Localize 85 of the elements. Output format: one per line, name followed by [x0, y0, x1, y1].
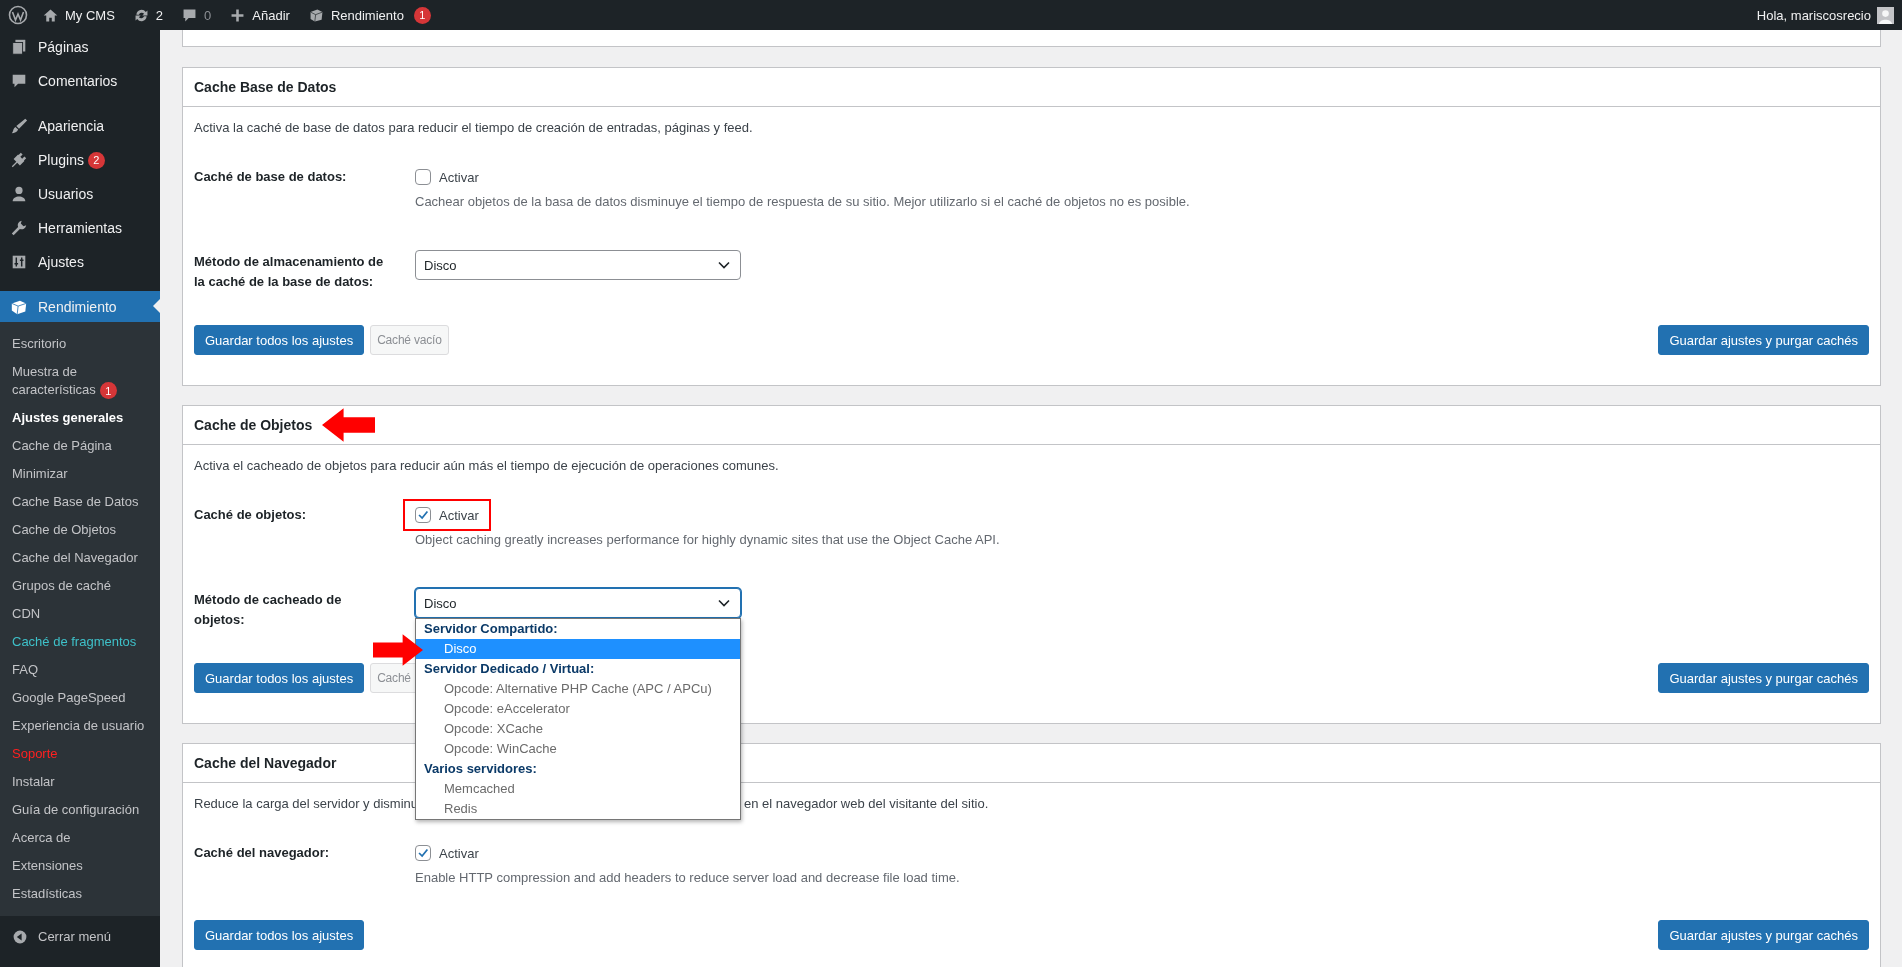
plugin-link[interactable]: Rendimiento 1 — [307, 6, 431, 24]
field-label: Método de cacheado de objetos: — [194, 591, 343, 629]
menu-item[interactable]: Herramientas — [0, 211, 160, 245]
plug-icon — [10, 151, 28, 169]
submenu-item[interactable]: Ajustes generales — [0, 404, 160, 433]
site-link[interactable]: My CMS — [42, 6, 115, 24]
dropdown-option[interactable]: Opcode: XCache — [416, 719, 740, 739]
collapse-icon — [12, 928, 28, 945]
save-purge-button[interactable]: Guardar ajustes y purgar cachés — [1658, 663, 1869, 693]
left-arrow-icon — [322, 408, 376, 442]
menu-item[interactable]: Rendimiento — [0, 291, 160, 322]
field-label: Método de almacenamiento de la caché de la base de datos: — [194, 253, 385, 291]
panel-description: Activa el cacheado de objetos para reducir aún más el tiempo de ejecución de operaciones comunes. — [194, 457, 779, 475]
submenu-item[interactable]: Escritorio — [0, 330, 160, 358]
save-purge-button[interactable]: Guardar ajustes y purgar cachés — [1658, 920, 1869, 950]
action-button[interactable]: Guardar todos los ajustes — [194, 325, 365, 355]
submenu-item[interactable]: Google PageSpeed — [0, 684, 160, 713]
checkbox[interactable] — [415, 845, 431, 861]
field-label: Caché de base de datos: — [194, 168, 348, 186]
option-group-label: Servidor Compartido: — [423, 620, 559, 638]
submenu-item[interactable]: CDN — [0, 600, 160, 629]
chevron-down-icon — [718, 261, 730, 269]
new-link[interactable]: Añadir — [229, 6, 290, 24]
submenu-item[interactable]: Grupos de caché — [0, 572, 160, 601]
menu-item[interactable]: Usuarios — [0, 177, 160, 211]
submenu-item[interactable]: Extensiones — [0, 852, 160, 881]
select-field[interactable]: Disco — [415, 250, 741, 280]
panel-title: Cache de Objetos — [194, 417, 313, 433]
submenu-item[interactable]: Minimizar — [0, 460, 160, 489]
menu-item[interactable]: Ajustes — [0, 245, 160, 279]
action-button[interactable]: Guardar todos los ajustes — [194, 663, 365, 693]
help-text: Cachear objetos de la basa de datos disminuye el tiempo de respuesta de su sitio. Mejor utilizarlo si el caché de objetos no es posible. — [415, 193, 1190, 211]
submenu-item[interactable]: Muestra de características 1 — [0, 358, 160, 405]
avatar-icon[interactable] — [1877, 6, 1894, 24]
checkbox[interactable] — [415, 507, 431, 523]
field-label: Caché del navegador: — [194, 844, 331, 862]
help-text: Enable HTTP compression and add headers to reduce server load and decrease file load time. — [415, 869, 960, 887]
count-badge: 2 — [87, 151, 105, 169]
panel-description: Activa la caché de base de datos para reducir el tiempo de creación de entradas, páginas y feed. — [194, 119, 753, 137]
menu-item[interactable]: Páginas — [0, 30, 160, 64]
wrench-icon — [10, 219, 28, 237]
field-label: Caché de objetos: — [194, 506, 307, 524]
checkbox[interactable] — [415, 169, 431, 185]
menu-item[interactable]: Plugins 2 — [0, 143, 160, 177]
user-icon — [10, 185, 28, 203]
checkbox-label[interactable]: Activar — [439, 507, 479, 523]
submenu-item[interactable]: Guía de configuración — [0, 796, 160, 825]
submenu-item[interactable]: Cache del Navegador — [0, 544, 160, 573]
dropdown-option[interactable]: Opcode: eAccelerator — [416, 699, 740, 719]
wordpress-logo-icon[interactable] — [8, 5, 28, 25]
submenu-item[interactable]: FAQ — [0, 656, 160, 685]
sliders-icon — [10, 253, 28, 271]
dropdown-option[interactable]: Redis — [416, 799, 740, 819]
dropdown-option[interactable]: Opcode: WinCache — [416, 739, 740, 759]
pages-icon — [10, 38, 28, 56]
select-field[interactable]: Disco — [415, 588, 741, 618]
updates-link[interactable]: 2 — [132, 6, 164, 24]
checkbox-label[interactable]: Activar — [439, 845, 479, 861]
panel-title: Cache del Navegador — [194, 755, 337, 771]
help-text: Object caching greatly increases performance for highly dynamic sites that use the Object Cache API. — [415, 531, 1000, 549]
comments-link[interactable]: 0 — [181, 6, 212, 24]
count-badge: 1 — [99, 382, 117, 400]
submenu-item[interactable]: Experiencia de usuario — [0, 712, 160, 741]
dropdown-option[interactable]: Memcached — [416, 779, 740, 799]
chevron-down-icon — [718, 599, 730, 607]
submenu-item[interactable]: Caché de fragmentos — [0, 628, 160, 657]
option-group-label: Varios servidores: — [423, 760, 538, 778]
submenu-item[interactable]: Cache de Objetos — [0, 516, 160, 545]
submenu-item[interactable]: Cache de Página — [0, 432, 160, 461]
pointer-icon — [153, 299, 160, 313]
menu-item[interactable]: Comentarios — [0, 64, 160, 98]
count-badge: 1 — [413, 6, 431, 24]
submenu-item[interactable]: Instalar — [0, 768, 160, 797]
submenu-item[interactable]: Cache Base de Datos — [0, 488, 160, 517]
brush-icon — [10, 117, 28, 135]
submenu-item[interactable]: Acerca de — [0, 824, 160, 853]
submenu-item[interactable]: Estadísticas — [0, 880, 160, 909]
greeting[interactable]: Hola, mariscosrecio — [1756, 7, 1871, 23]
save-purge-button[interactable]: Guardar ajustes y purgar cachés — [1658, 325, 1869, 355]
menu-item[interactable]: Apariencia — [0, 109, 160, 143]
checkbox-label[interactable]: Activar — [439, 169, 479, 185]
panel-title: Cache Base de Datos — [194, 79, 337, 95]
panel-description: en el navegador web del visitante del sitio. — [744, 795, 989, 813]
collapse-menu-button[interactable]: Cerrar menú — [0, 916, 160, 967]
action-button[interactable]: Guardar todos los ajustes — [194, 920, 365, 950]
